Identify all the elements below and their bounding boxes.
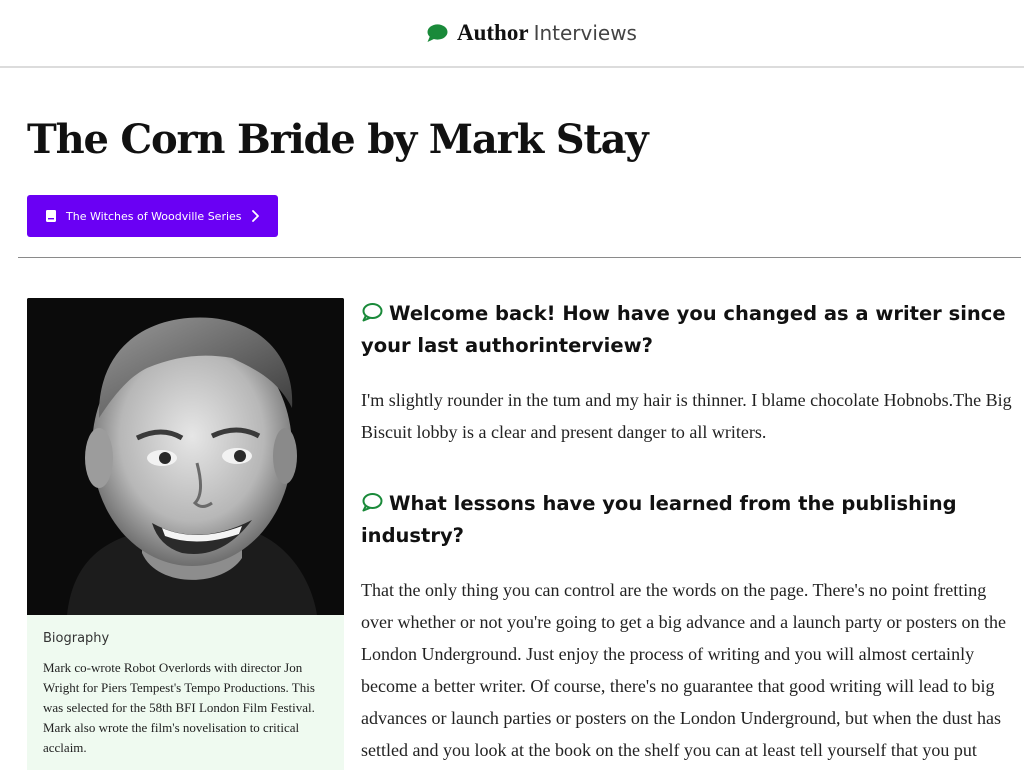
brand-name-light: Interviews: [533, 21, 637, 45]
speech-bubble-icon: [427, 24, 448, 42]
biography-panel: Biography Mark co-wrote Robot Overlords …: [27, 615, 344, 770]
speech-bubble-outline-icon: [362, 303, 383, 322]
qa-item: Welcome back! How have you changed as a …: [361, 298, 1016, 448]
section-divider: [18, 257, 1021, 258]
series-button-label: The Witches of Woodville Series: [66, 209, 242, 223]
series-button[interactable]: The Witches of Woodville Series: [27, 195, 278, 237]
qa-item: What lessons have you learned from the p…: [361, 488, 1016, 770]
answer-text: I'm slightly rounder in the tum and my h…: [361, 390, 1012, 442]
answer-text: That the only thing you can control are …: [361, 580, 1007, 760]
question-text: What lessons have you learned from the p…: [361, 492, 957, 547]
speech-bubble-outline-icon: [362, 493, 383, 512]
question-text: Welcome back! How have you changed as a …: [361, 302, 1006, 357]
question-heading: What lessons have you learned from the p…: [361, 488, 1016, 552]
question-heading: Welcome back! How have you changed as a …: [361, 298, 1016, 362]
site-logo[interactable]: Author Interviews: [426, 18, 637, 48]
author-photo: [27, 298, 344, 615]
book-icon: [46, 210, 56, 222]
chevron-right-icon: [252, 210, 259, 222]
biography-text: Mark co-wrote Robot Overlords with direc…: [43, 660, 315, 755]
page-title: The Corn Bride by Mark Stay: [27, 116, 649, 163]
author-portrait-image: [27, 298, 344, 615]
brand-name-strong: Author: [457, 20, 529, 45]
site-header: Author Interviews: [0, 0, 1024, 68]
biography-title: Biography: [43, 631, 110, 646]
